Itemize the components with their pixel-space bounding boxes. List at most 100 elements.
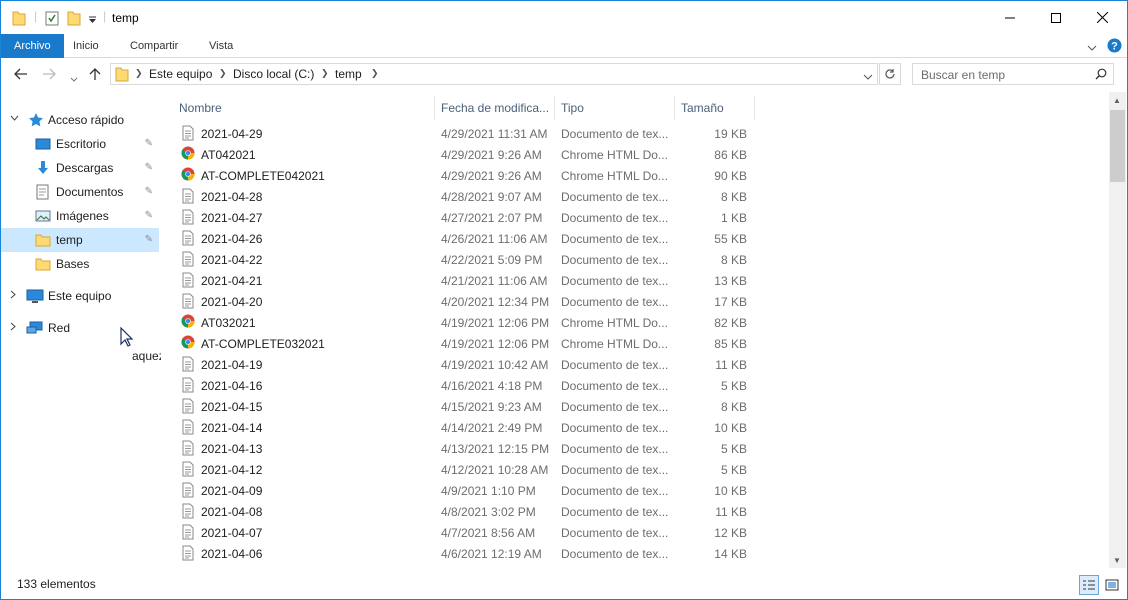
customize-quick-access-icon[interactable] bbox=[88, 13, 97, 27]
file-size: 8 KB bbox=[720, 190, 747, 204]
new-folder-icon[interactable] bbox=[67, 10, 81, 29]
file-name: 2021-04-20 bbox=[201, 295, 263, 309]
file-row[interactable]: 2021-04-22 4/22/2021 5:09 PM Documento de … bbox=[161, 249, 1109, 270]
file-name: AT-COMPLETE042021 bbox=[201, 169, 325, 183]
file-type: Documento de tex... bbox=[561, 547, 669, 561]
nav-item-escritorio[interactable]: Escritorio ✎ bbox=[1, 132, 159, 156]
tab-inicio[interactable]: Inicio bbox=[60, 34, 112, 58]
nav-quick-access[interactable]: Acceso rápido bbox=[1, 108, 159, 132]
file-row[interactable]: 2021-04-13 4/13/2021 12:15 PM Documento de… bbox=[161, 438, 1109, 459]
file-date: 4/7/2021 8:56 AM bbox=[441, 526, 536, 540]
chrome-icon bbox=[181, 314, 195, 331]
column-header-label: Fecha de modifica... bbox=[441, 101, 550, 115]
nav-this-pc[interactable]: Este equipo bbox=[1, 284, 159, 308]
file-name: AT042021 bbox=[201, 148, 256, 162]
file-row[interactable]: 2021-04-12 4/12/2021 10:28 AM Documento de… bbox=[161, 459, 1109, 480]
file-row[interactable]: 2021-04-09 4/9/2021 1:10 PM Documento de t… bbox=[161, 480, 1109, 501]
file-size: 55 KB bbox=[714, 232, 747, 246]
large-icons-view-button[interactable] bbox=[1102, 575, 1122, 595]
file-type: Chrome HTML Do... bbox=[561, 316, 668, 330]
pin-icon[interactable]: ✎ bbox=[145, 186, 153, 197]
file-row[interactable]: 2021-04-20 4/20/2021 12:34 PM Documento de… bbox=[161, 291, 1109, 312]
chevron-right-icon[interactable] bbox=[10, 290, 17, 301]
nav-item-documentos[interactable]: Documentos ✎ bbox=[1, 180, 159, 204]
file-type: Chrome HTML Do... bbox=[561, 148, 668, 162]
vertical-scrollbar[interactable]: ▲ ▼ bbox=[1109, 92, 1126, 568]
pin-icon[interactable]: ✎ bbox=[145, 234, 153, 245]
details-view-button[interactable] bbox=[1079, 575, 1099, 595]
file-row[interactable]: 2021-04-08 4/8/2021 3:02 PM Documento de t… bbox=[161, 501, 1109, 522]
folder-icon bbox=[35, 256, 51, 275]
scroll-up-icon[interactable]: ▲ bbox=[1113, 96, 1121, 105]
file-date: 4/15/2021 9:23 AM bbox=[441, 400, 542, 414]
file-size: 5 KB bbox=[720, 463, 747, 477]
chevron-down-icon[interactable] bbox=[10, 114, 19, 124]
recent-locations-icon[interactable] bbox=[70, 70, 78, 86]
close-button[interactable] bbox=[1079, 1, 1125, 34]
text-document-icon bbox=[181, 356, 195, 375]
file-row[interactable]: AT042021 4/29/2021 9:26 AM Chrome HTML Do.… bbox=[161, 144, 1109, 165]
search-icon[interactable] bbox=[1095, 68, 1107, 83]
file-row[interactable]: 2021-04-06 4/6/2021 12:19 AM Documento de … bbox=[161, 543, 1109, 564]
file-date: 4/19/2021 10:42 AM bbox=[441, 358, 549, 372]
file-name: 2021-04-13 bbox=[201, 442, 263, 456]
tab-compartir[interactable]: Compartir bbox=[117, 34, 191, 58]
file-size: 13 KB bbox=[714, 274, 747, 288]
nav-network[interactable]: Red bbox=[1, 316, 159, 340]
column-header-name[interactable]: Nombre bbox=[173, 96, 435, 120]
scroll-down-icon[interactable]: ▼ bbox=[1113, 556, 1121, 565]
breadcrumb-este-equipo[interactable]: Este equipo bbox=[149, 67, 212, 81]
properties-icon[interactable] bbox=[45, 10, 59, 29]
breadcrumb-disco-local[interactable]: Disco local (C:) bbox=[233, 67, 314, 81]
column-header-size[interactable]: Tamaño bbox=[675, 96, 755, 120]
file-size: 14 KB bbox=[714, 547, 747, 561]
file-row[interactable]: 2021-04-14 4/14/2021 2:49 PM Documento de … bbox=[161, 417, 1109, 438]
file-row[interactable]: 2021-04-26 4/26/2021 11:06 AM Documento de… bbox=[161, 228, 1109, 249]
file-row[interactable]: 2021-04-29 4/29/2021 11:31 AM Documento de… bbox=[161, 123, 1109, 144]
file-row[interactable]: 2021-04-21 4/21/2021 11:06 AM Documento de… bbox=[161, 270, 1109, 291]
file-row[interactable]: 2021-04-28 4/28/2021 9:07 AM Documento de … bbox=[161, 186, 1109, 207]
nav-item-bases[interactable]: Bases bbox=[1, 252, 159, 276]
file-row[interactable]: 2021-04-19 4/19/2021 10:42 AM Documento de… bbox=[161, 354, 1109, 375]
help-icon[interactable]: ? bbox=[1107, 38, 1122, 56]
maximize-button[interactable] bbox=[1033, 1, 1079, 34]
file-row[interactable]: 2021-04-07 4/7/2021 8:56 AM Documento de t… bbox=[161, 522, 1109, 543]
search-input[interactable]: Buscar en temp bbox=[912, 63, 1114, 85]
column-header-date[interactable]: Fecha de modifica... bbox=[435, 96, 555, 120]
file-row[interactable]: 2021-04-16 4/16/2021 4:18 PM Documento de … bbox=[161, 375, 1109, 396]
column-header-type[interactable]: Tipo bbox=[555, 96, 675, 120]
chrome-icon bbox=[181, 335, 195, 352]
pin-icon[interactable]: ✎ bbox=[145, 210, 153, 221]
minimize-button[interactable] bbox=[987, 1, 1033, 34]
nav-item-descargas[interactable]: Descargas ✎ bbox=[1, 156, 159, 180]
file-row[interactable]: 2021-04-15 4/15/2021 9:23 AM Documento de … bbox=[161, 396, 1109, 417]
back-arrow-icon[interactable] bbox=[14, 67, 28, 83]
address-bar[interactable]: ❯ Este equipo ❯ Disco local (C:) ❯ temp … bbox=[110, 63, 878, 85]
nav-item-temp[interactable]: temp ✎ bbox=[1, 228, 159, 252]
tab-archivo[interactable]: Archivo bbox=[1, 34, 64, 58]
breadcrumb-temp[interactable]: temp bbox=[335, 67, 362, 81]
chrome-icon bbox=[181, 146, 195, 163]
pin-icon[interactable]: ✎ bbox=[145, 162, 153, 173]
file-date: 4/21/2021 11:06 AM bbox=[441, 274, 548, 288]
forward-arrow-icon[interactable] bbox=[42, 67, 56, 83]
chevron-right-icon[interactable] bbox=[10, 322, 17, 333]
file-type: Documento de tex... bbox=[561, 190, 669, 204]
scrollbar-thumb[interactable] bbox=[1110, 110, 1125, 182]
address-dropdown-icon[interactable] bbox=[863, 70, 873, 84]
window-title: temp bbox=[112, 11, 139, 25]
file-row[interactable]: 2021-04-27 4/27/2021 2:07 PM Documento de … bbox=[161, 207, 1109, 228]
file-size: 11 KB bbox=[715, 505, 747, 519]
file-row[interactable]: AT032021 4/19/2021 12:06 PM Chrome HTML Do… bbox=[161, 312, 1109, 333]
search-placeholder: Buscar en temp bbox=[921, 68, 1006, 82]
up-arrow-icon[interactable] bbox=[89, 67, 101, 84]
pin-icon[interactable]: ✎ bbox=[145, 138, 153, 149]
nav-item-imagenes[interactable]: Imágenes ✎ bbox=[1, 204, 159, 228]
file-row[interactable]: AT-COMPLETE032021 4/19/2021 12:06 PM Chrom… bbox=[161, 333, 1109, 354]
expand-ribbon-icon[interactable] bbox=[1087, 41, 1097, 55]
tab-vista[interactable]: Vista bbox=[196, 34, 246, 58]
file-row[interactable]: AT-COMPLETE042021 4/29/2021 9:26 AM Chrome… bbox=[161, 165, 1109, 186]
file-date: 4/22/2021 5:09 PM bbox=[441, 253, 543, 267]
file-name: 2021-04-29 bbox=[201, 127, 263, 141]
refresh-button[interactable] bbox=[879, 63, 901, 85]
